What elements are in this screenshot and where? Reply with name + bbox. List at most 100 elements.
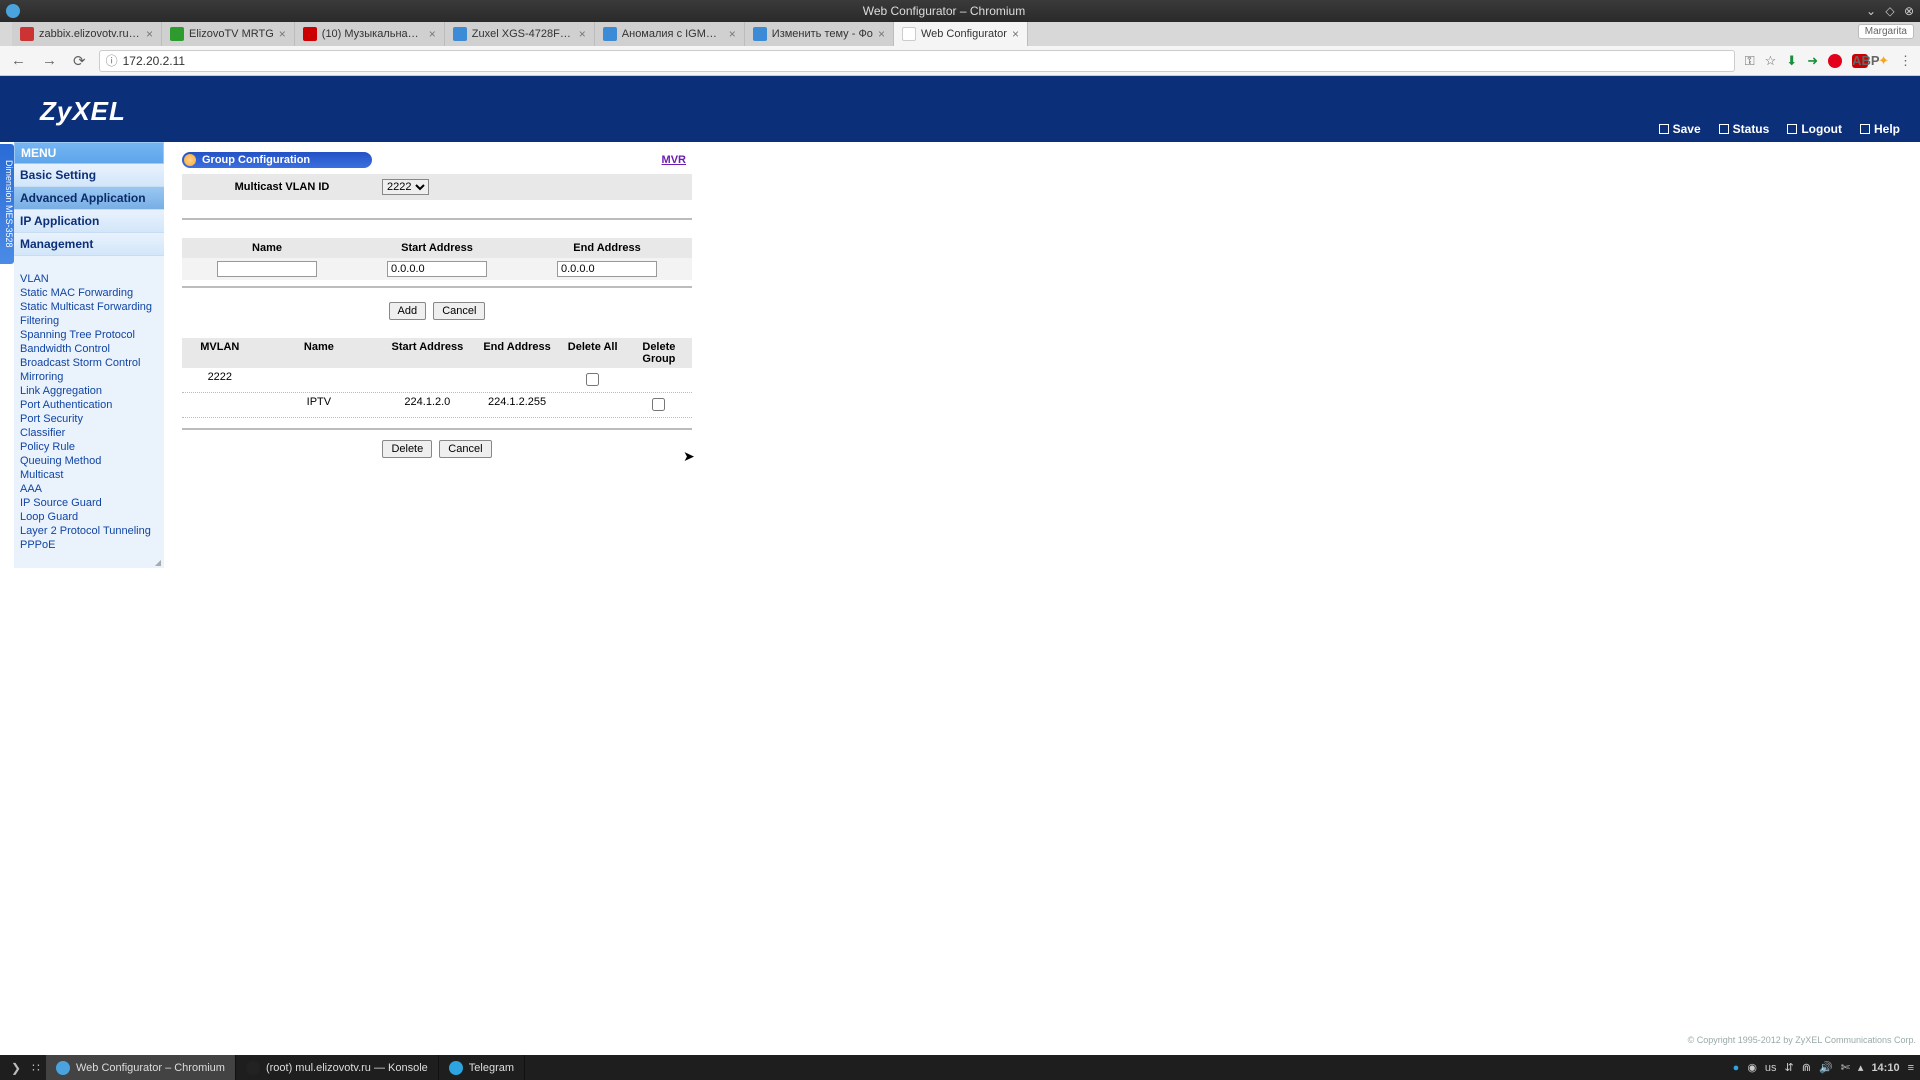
submenu-item[interactable]: Loop Guard bbox=[20, 510, 164, 524]
tray-wifi-icon[interactable]: ⋒ bbox=[1802, 1061, 1811, 1074]
key-icon[interactable]: ⚿ bbox=[1745, 53, 1755, 69]
favicon-icon bbox=[453, 27, 467, 41]
multicast-vlan-row: Multicast VLAN ID 2222 bbox=[182, 174, 692, 200]
header-links: Save Status Logout Help bbox=[1659, 122, 1900, 136]
back-button[interactable]: ← bbox=[8, 52, 29, 69]
tab-close-icon[interactable]: × bbox=[1012, 27, 1019, 41]
submenu-item[interactable]: Static Multicast Forwarding bbox=[20, 300, 164, 314]
submenu-item[interactable]: Broadcast Storm Control bbox=[20, 356, 164, 370]
bookmark-icon[interactable]: ☆ bbox=[1765, 53, 1777, 69]
tab-close-icon[interactable]: × bbox=[579, 27, 586, 41]
tab-webconfig[interactable]: Web Configurator× bbox=[894, 22, 1028, 46]
favicon-icon bbox=[20, 27, 34, 41]
menu-advanced-application[interactable]: Advanced Application bbox=[14, 187, 164, 210]
download-icon[interactable]: ⬇ bbox=[1786, 53, 1797, 69]
address-text: 172.20.2.11 bbox=[123, 54, 186, 68]
cancel-button[interactable]: Cancel bbox=[433, 302, 485, 320]
start-menu-icon[interactable]: ❯ bbox=[6, 1060, 26, 1076]
vlan-id-select[interactable]: 2222 bbox=[382, 179, 429, 195]
site-info-icon[interactable]: ⓘ bbox=[106, 52, 118, 69]
tab-mrtg[interactable]: ElizovoTV MRTG× bbox=[162, 22, 295, 46]
taskbar-app[interactable]: Web Configurator – Chromium bbox=[46, 1055, 236, 1080]
end-address-input[interactable] bbox=[557, 261, 657, 277]
tab-close-icon[interactable]: × bbox=[146, 27, 153, 41]
start-address-input[interactable] bbox=[387, 261, 487, 277]
address-bar[interactable]: ⓘ 172.20.2.11 bbox=[99, 50, 1735, 72]
delete-button[interactable]: Delete bbox=[382, 440, 432, 458]
submenu-item[interactable]: PPPoE bbox=[20, 538, 164, 552]
share-arrow-icon[interactable]: ➜ bbox=[1807, 53, 1818, 69]
taskbar-app[interactable]: Telegram bbox=[439, 1055, 525, 1080]
cancel-button[interactable]: Cancel bbox=[439, 440, 491, 458]
tray-expand-icon[interactable]: ▴ bbox=[1858, 1061, 1864, 1074]
telegram-icon bbox=[449, 1061, 463, 1075]
tray-telegram-icon[interactable]: ● bbox=[1733, 1062, 1740, 1074]
tab-close-icon[interactable]: × bbox=[878, 27, 885, 41]
close-icon[interactable]: ⊗ bbox=[1904, 4, 1914, 18]
status-link[interactable]: Status bbox=[1719, 122, 1770, 136]
main-panel: Group Configuration MVR Multicast VLAN I… bbox=[164, 142, 1920, 1031]
minimize-icon[interactable]: ⌄ bbox=[1866, 4, 1876, 18]
submenu-item[interactable]: Multicast bbox=[20, 468, 164, 482]
menu-management[interactable]: Management bbox=[14, 233, 164, 256]
table-row: 2222 bbox=[182, 368, 692, 392]
submenu-item[interactable]: Policy Rule bbox=[20, 440, 164, 454]
add-button[interactable]: Add bbox=[389, 302, 427, 320]
forward-button[interactable]: → bbox=[39, 52, 60, 69]
adblock-icon[interactable]: ABP bbox=[1852, 54, 1868, 68]
tab-youtube[interactable]: (10) Музыкальная ш× bbox=[295, 22, 445, 46]
submenu-item[interactable]: Filtering bbox=[20, 314, 164, 328]
mvr-link[interactable]: MVR bbox=[662, 154, 686, 166]
tab-close-icon[interactable]: × bbox=[429, 27, 436, 41]
help-link[interactable]: Help bbox=[1860, 122, 1900, 136]
tab-zuxel[interactable]: Zuxel XGS-4728F and× bbox=[445, 22, 595, 46]
resize-grip-icon[interactable]: ◢ bbox=[14, 558, 164, 568]
submenu-item[interactable]: Bandwidth Control bbox=[20, 342, 164, 356]
tray-menu-icon[interactable]: ≡ bbox=[1908, 1062, 1914, 1074]
menu-basic-setting[interactable]: Basic Setting bbox=[14, 164, 164, 187]
group-table-header: MVLAN Name Start Address End Address Del… bbox=[182, 338, 692, 368]
table-row: IPTV 224.1.2.0 224.1.2.255 bbox=[182, 392, 692, 418]
submenu-item[interactable]: Port Security bbox=[20, 412, 164, 426]
submenu-item[interactable]: VLAN bbox=[20, 272, 164, 286]
submenu-item[interactable]: IP Source Guard bbox=[20, 496, 164, 510]
page-content: ZyXEL Save Status Logout Help Dimension … bbox=[0, 76, 1920, 1045]
submenu-item[interactable]: Queuing Method bbox=[20, 454, 164, 468]
submenu-item[interactable]: Spanning Tree Protocol bbox=[20, 328, 164, 342]
profile-badge[interactable]: Margarita bbox=[1858, 24, 1914, 39]
delete-group-checkbox[interactable] bbox=[652, 398, 665, 411]
tab-igmp[interactable]: Аномалия с IGMP sn× bbox=[595, 22, 745, 46]
browser-toolbar: ← → ⟳ ⓘ 172.20.2.11 ⚿ ☆ ⬇ ➜ ABP ✦ ⋮ bbox=[0, 46, 1920, 76]
submenu-item[interactable]: AAA bbox=[20, 482, 164, 496]
submenu-item[interactable]: Layer 2 Protocol Tunneling bbox=[20, 524, 164, 538]
tab-theme[interactable]: Изменить тему - Фо× bbox=[745, 22, 894, 46]
taskbar-app[interactable]: (root) mul.elizovotv.ru — Konsole bbox=[236, 1055, 439, 1080]
logout-icon bbox=[1787, 124, 1797, 134]
tray-volume-icon[interactable]: 🔊 bbox=[1819, 1061, 1833, 1074]
tray-clipboard-icon[interactable]: ✄ bbox=[1841, 1061, 1850, 1074]
tray-clock[interactable]: 14:10 bbox=[1871, 1062, 1899, 1074]
tab-close-icon[interactable]: × bbox=[729, 27, 736, 41]
delete-all-checkbox[interactable] bbox=[586, 373, 599, 386]
save-link[interactable]: Save bbox=[1659, 122, 1701, 136]
tab-close-icon[interactable]: × bbox=[279, 27, 286, 41]
logout-link[interactable]: Logout bbox=[1787, 122, 1842, 136]
extension-icon[interactable]: ✦ bbox=[1878, 53, 1889, 69]
tab-zabbix[interactable]: zabbix.elizovotv.ru: П× bbox=[12, 22, 162, 46]
tray-lang[interactable]: us bbox=[1765, 1062, 1777, 1074]
tray-network-icon[interactable]: ⇵ bbox=[1785, 1061, 1794, 1074]
menu-ip-application[interactable]: IP Application bbox=[14, 210, 164, 233]
reload-button[interactable]: ⟳ bbox=[70, 52, 89, 70]
tray-update-icon[interactable]: ◉ bbox=[1747, 1061, 1757, 1074]
submenu-item[interactable]: Mirroring bbox=[20, 370, 164, 384]
menu-icon[interactable]: ⋮ bbox=[1899, 53, 1912, 69]
maximize-icon[interactable]: ◇ bbox=[1885, 4, 1894, 18]
submenu-item[interactable]: Classifier bbox=[20, 426, 164, 440]
opera-icon[interactable] bbox=[1828, 54, 1842, 68]
submenu-item[interactable]: Static MAC Forwarding bbox=[20, 286, 164, 300]
submenu-item[interactable]: Link Aggregation bbox=[20, 384, 164, 398]
app-launcher-icon[interactable]: ∷ bbox=[26, 1060, 46, 1076]
konsole-icon bbox=[246, 1061, 260, 1075]
submenu-item[interactable]: Port Authentication bbox=[20, 398, 164, 412]
name-input[interactable] bbox=[217, 261, 317, 277]
